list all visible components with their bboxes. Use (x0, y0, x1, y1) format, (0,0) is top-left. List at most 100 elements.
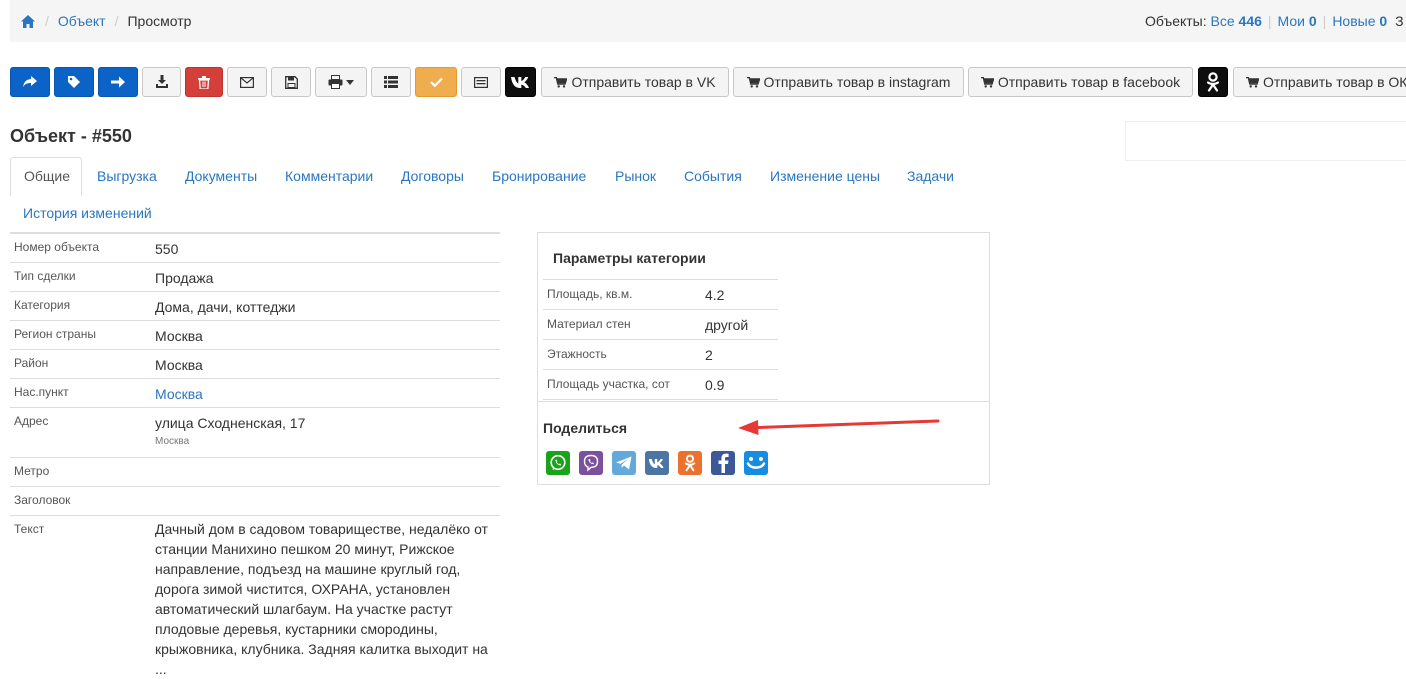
field-label: Номер объекта (14, 240, 100, 254)
table-row: Площадь, кв.м. 4.2 (543, 280, 778, 310)
save-button[interactable] (271, 67, 311, 97)
tab-comments[interactable]: Комментарии (285, 168, 373, 184)
address-value: улица Сходненская, 17 (155, 415, 306, 431)
counter-new-link[interactable]: Новые 0 (1332, 13, 1387, 29)
share-button[interactable] (10, 67, 50, 97)
object-properties-table: Номер объекта 550 Тип сделки Продажа Кат… (10, 232, 500, 677)
forward-button[interactable] (98, 67, 138, 97)
counters-label: Объекты: (1145, 13, 1207, 29)
tab-booking[interactable]: Бронирование (492, 168, 586, 184)
download-button[interactable] (142, 67, 181, 97)
delete-button[interactable] (185, 67, 223, 97)
approve-button[interactable] (415, 67, 457, 97)
table-row: Метро (10, 458, 500, 487)
field-label: Регион страны (14, 327, 96, 341)
tab-price-change[interactable]: Изменение цены (770, 168, 880, 184)
envelope-icon (240, 76, 254, 88)
viber-icon[interactable] (579, 451, 603, 475)
table-row: Тип сделки Продажа (10, 263, 500, 292)
tab-events[interactable]: События (684, 168, 742, 184)
send-facebook-button[interactable]: Отправить товар в facebook (968, 67, 1193, 97)
odnoklassniki-logo-icon (1206, 72, 1220, 92)
vk-icon[interactable] (645, 451, 669, 475)
whatsapp-icon[interactable] (546, 451, 570, 475)
field-label: Адрес (14, 414, 49, 428)
send-vk-label: Отправить товар в VK (571, 74, 716, 90)
param-label: Площадь, кв.м. (547, 287, 633, 301)
page-title: Объект - #550 (10, 126, 132, 146)
tab-general[interactable]: Общие (10, 157, 82, 196)
locality-link[interactable]: Москва (155, 386, 203, 402)
telegram-icon[interactable] (612, 451, 636, 475)
printer-icon (328, 75, 343, 89)
field-label: Заголовок (14, 493, 71, 507)
table-row: Заголовок (10, 487, 500, 516)
address-city: Москва (155, 436, 190, 447)
breadcrumb-current: Просмотр (127, 13, 192, 29)
tab-tasks[interactable]: Задачи (907, 168, 954, 184)
card-view-button[interactable] (461, 67, 501, 97)
category-params-table: Площадь, кв.м. 4.2 Материал стен другой … (543, 279, 778, 400)
table-row: Текст Дачный дом в садовом товариществе,… (10, 516, 500, 677)
send-vk-button[interactable]: Отправить товар в VK (541, 67, 729, 97)
param-label: Площадь участка, сот (547, 377, 670, 391)
counter-all-link[interactable]: Все 446 (1211, 13, 1262, 29)
share-icons (546, 451, 768, 475)
field-label: Тип сделки (14, 269, 76, 283)
param-value: другой (705, 317, 749, 333)
ok-button[interactable] (1198, 67, 1228, 97)
field-value: Дома, дачи, коттеджи (155, 299, 296, 315)
send-instagram-button[interactable]: Отправить товар в instagram (733, 67, 964, 97)
send-facebook-label: Отправить товар в facebook (997, 74, 1181, 90)
share-title: Поделиться (543, 420, 628, 436)
field-value: Москва (155, 357, 203, 373)
moimir-icon[interactable] (744, 451, 768, 475)
field-label: Метро (14, 464, 50, 478)
email-button[interactable] (227, 67, 267, 97)
list-button[interactable] (371, 67, 411, 97)
counter-mine-count: 0 (1308, 13, 1317, 29)
counter-mine-link[interactable]: Мои 0 (1278, 13, 1317, 29)
breadcrumb-separator: / (45, 13, 49, 29)
breadcrumb-object-link[interactable]: Объект (58, 13, 106, 29)
home-icon[interactable] (20, 14, 36, 29)
breadcrumb-bar: / Объект / Просмотр Объекты: Все 446 | Мои… (10, 0, 1406, 42)
vk-button[interactable] (505, 67, 536, 97)
breadcrumb: / Объект / Просмотр (20, 13, 191, 29)
table-row: Нас.пункт Москва (10, 379, 500, 408)
annotation-arrow (738, 419, 940, 435)
tab-documents[interactable]: Документы (185, 168, 257, 184)
tab-contracts[interactable]: Договоры (401, 168, 464, 184)
tab-export[interactable]: Выгрузка (97, 168, 157, 184)
table-row: Адрес улица Сходненская, 17 Москва (10, 408, 500, 458)
send-ok-button[interactable]: Отправить товар в ОК (1233, 67, 1406, 97)
param-value: 2 (705, 347, 713, 363)
description-text: Дачный дом в садовом товариществе, недал… (155, 521, 488, 677)
tab-market[interactable]: Рынок (615, 168, 656, 184)
trash-icon (198, 75, 210, 89)
field-value: 550 (155, 241, 179, 257)
counter-new-count: 0 (1379, 13, 1388, 29)
print-dropdown-button[interactable] (315, 67, 367, 97)
tag-button[interactable] (54, 67, 94, 97)
arrow-right-icon (111, 76, 125, 88)
cart-icon (1246, 76, 1259, 88)
facebook-icon[interactable] (711, 451, 735, 475)
odnoklassniki-icon[interactable] (678, 451, 702, 475)
id-card-icon (474, 76, 488, 88)
field-value: Москва (155, 328, 203, 344)
tag-icon (68, 76, 80, 88)
share-arrow-icon (23, 76, 37, 87)
tab-history[interactable]: История изменений (23, 205, 152, 221)
field-value-block: улица Сходненская, 17 Москва (155, 415, 305, 447)
caret-down-icon (346, 79, 354, 85)
table-row: Этажность 2 (543, 340, 778, 370)
cart-icon (980, 76, 994, 88)
param-label: Этажность (547, 347, 607, 361)
field-label: Текст (14, 522, 45, 536)
field-value: Продажа (155, 270, 214, 286)
vk-logo-icon (510, 76, 529, 88)
object-counters: Объекты: Все 446 | Мои 0 | Новые 0 З (1145, 13, 1404, 29)
cart-icon (746, 76, 760, 88)
table-row: Район Москва (10, 350, 500, 379)
